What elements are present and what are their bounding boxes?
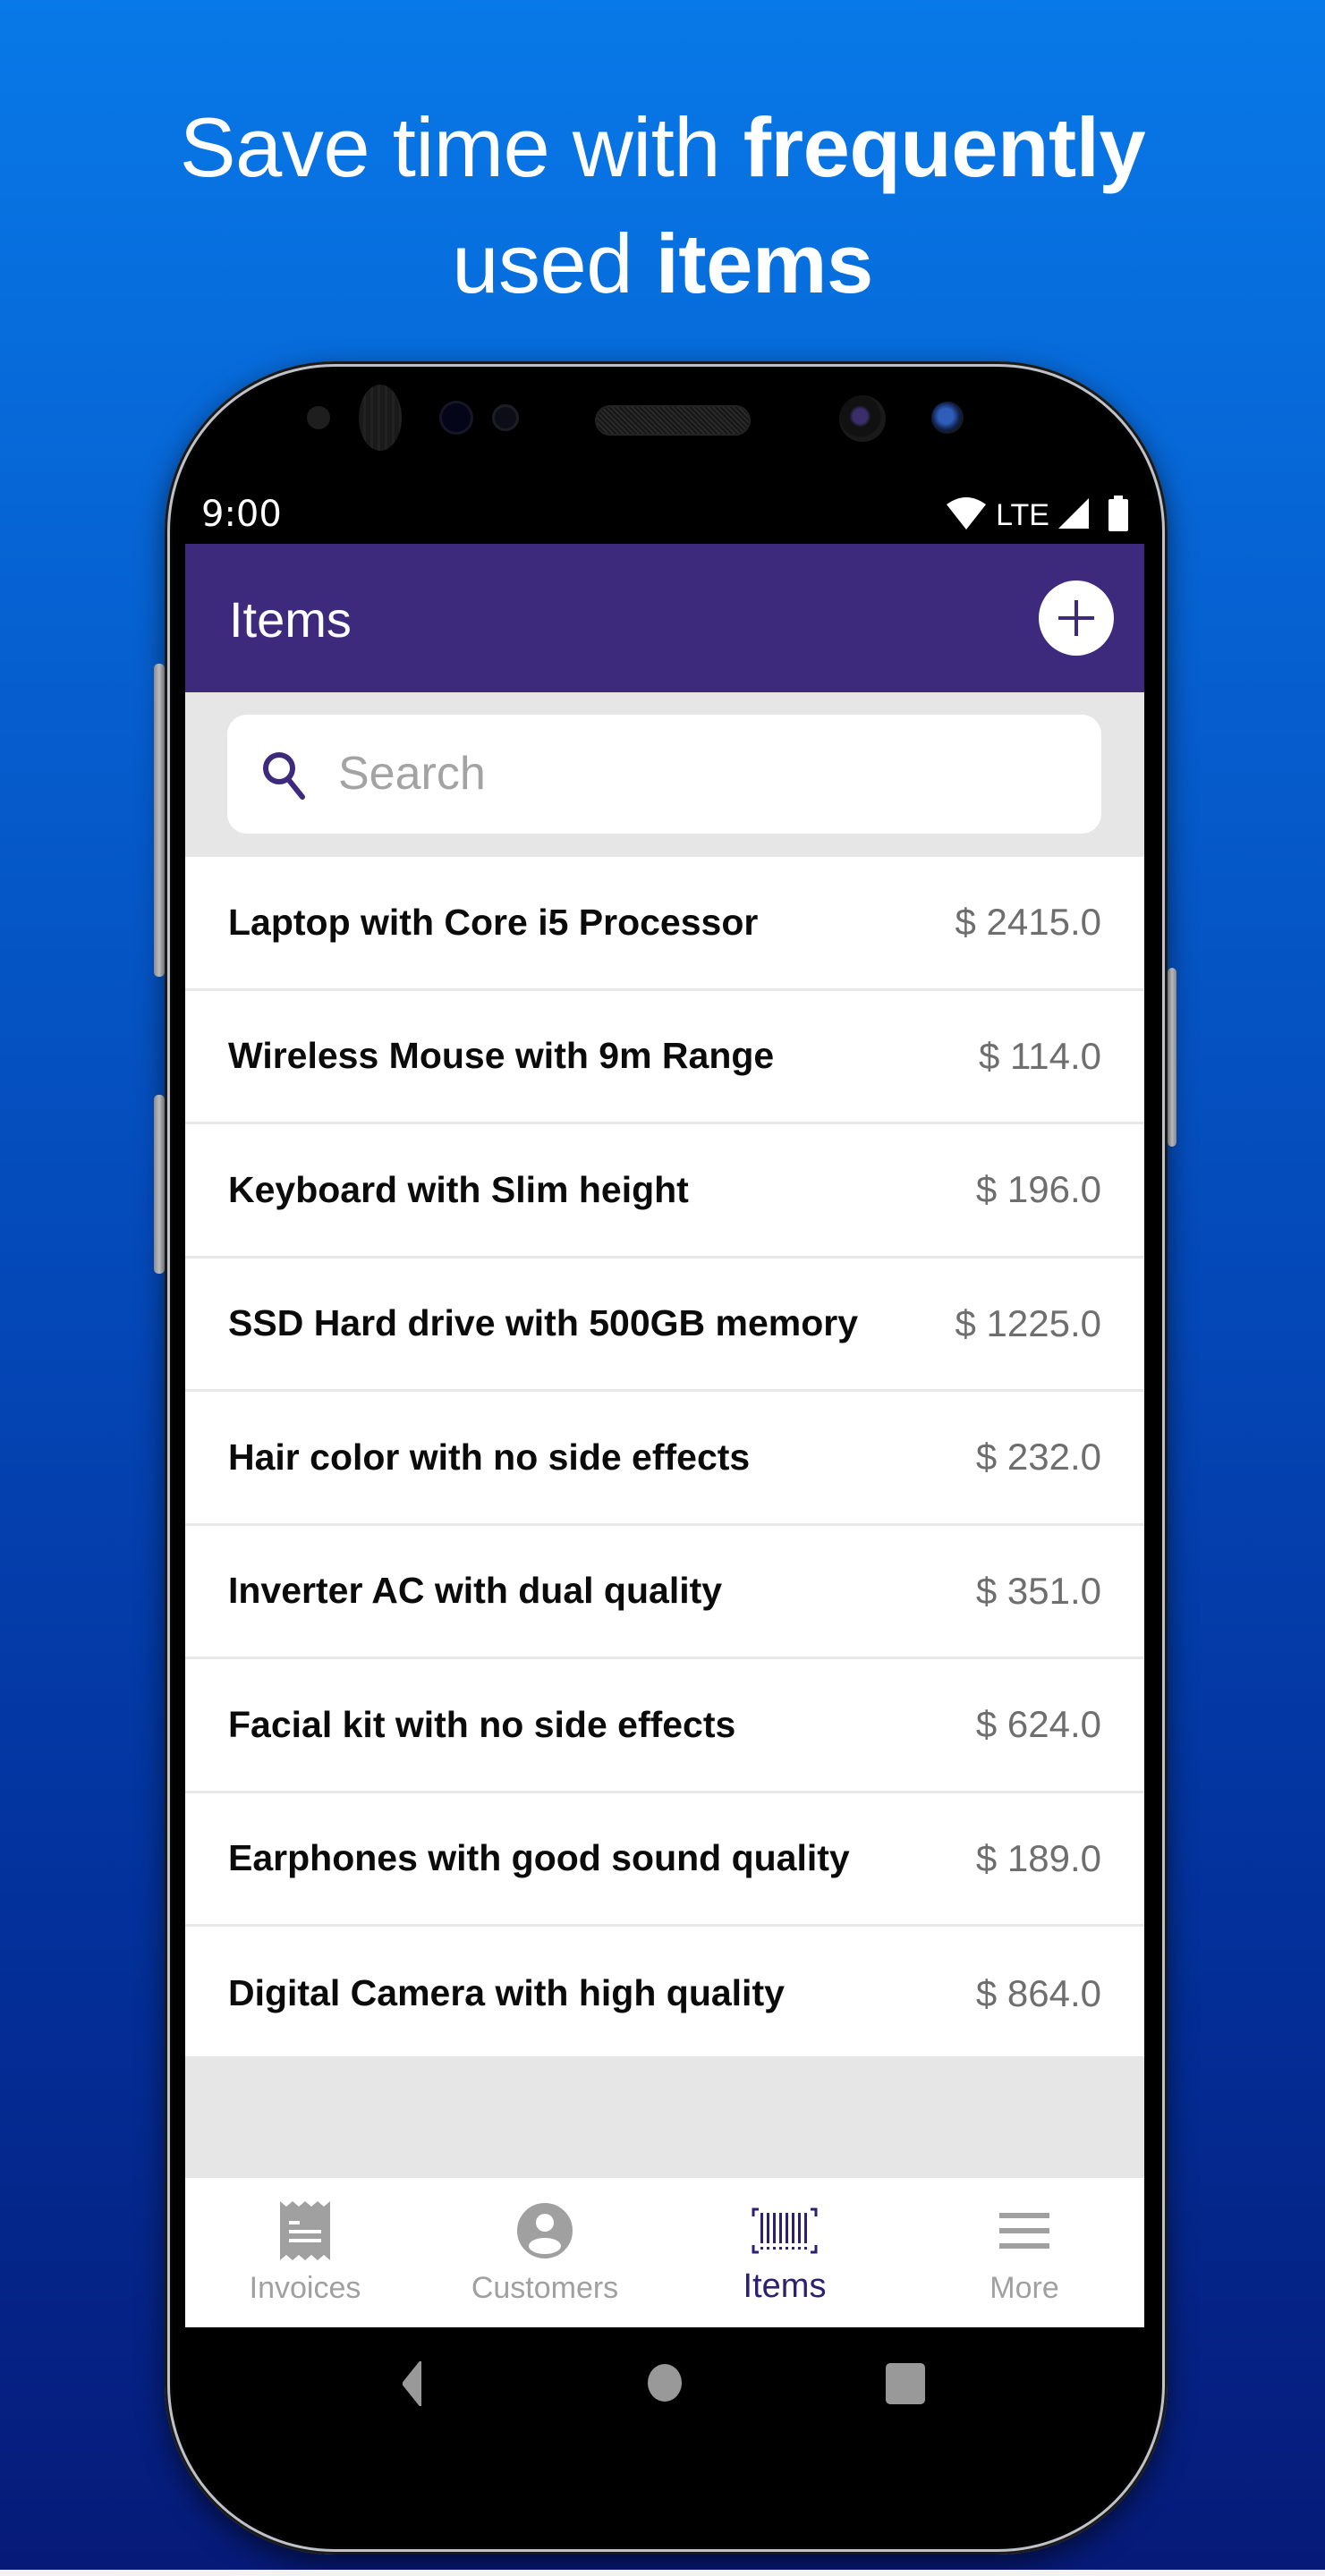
tab-label: Customers <box>471 2271 619 2305</box>
headline-line-1: Save time with frequently <box>0 89 1325 206</box>
tab-items[interactable]: Items <box>665 2178 905 2327</box>
item-price: $ 864.0 <box>975 1971 1101 2014</box>
item-price: $ 1225.0 <box>955 1301 1102 1344</box>
item-price: $ 196.0 <box>975 1168 1101 1211</box>
item-name: Digital Camera with high quality <box>228 1972 785 2014</box>
item-price: $ 624.0 <box>975 1703 1101 1746</box>
secondary-camera-icon <box>931 402 964 434</box>
item-name: Hair color with no side effects <box>228 1436 751 1478</box>
back-icon[interactable] <box>402 2360 422 2411</box>
tab-label: Invoices <box>249 2271 361 2305</box>
tab-label: Items <box>743 2267 827 2305</box>
bottom-tab-bar: Invoices Customers Items More <box>185 2178 1144 2327</box>
headline-regular-text: Save time with <box>179 100 743 194</box>
item-price: $ 232.0 <box>975 1436 1101 1479</box>
recents-icon[interactable] <box>886 2363 925 2409</box>
search-input[interactable] <box>338 733 1072 815</box>
tab-invoices[interactable]: Invoices <box>185 2178 425 2327</box>
tab-more[interactable]: More <box>905 2178 1144 2327</box>
headline-regular-text: used <box>452 216 656 310</box>
headline-line-2: used items <box>0 206 1325 322</box>
earpiece-speaker <box>597 407 749 434</box>
item-row[interactable]: Inverter AC with dual quality $ 351.0 <box>185 1525 1144 1659</box>
bottom-edge-strip <box>0 2570 1325 2576</box>
item-price: $ 2415.0 <box>955 901 1102 944</box>
light-sensor-icon <box>442 403 471 432</box>
status-time: 9:00 <box>201 494 282 535</box>
headline-bold-text: frequently <box>743 100 1146 194</box>
system-navigation-bar <box>185 2327 1144 2435</box>
phone-volume-down-button <box>154 1095 165 1274</box>
barcode-icon <box>752 2198 818 2264</box>
wifi-icon <box>946 496 987 536</box>
item-row[interactable]: Earphones with good sound quality $ 189.0 <box>185 1792 1144 1927</box>
item-name: Earphones with good sound quality <box>228 1837 850 1879</box>
item-name: Laptop with Core i5 Processor <box>228 901 759 943</box>
proximity-sensor-icon <box>307 406 330 429</box>
item-row[interactable]: Facial kit with no side effects $ 624.0 <box>185 1659 1144 1793</box>
ir-camera-icon <box>495 407 516 428</box>
list-empty-space <box>185 2056 1144 2178</box>
items-list: Laptop with Core i5 Processor $ 2415.0 Wi… <box>185 857 1144 2061</box>
status-icons: LTE <box>946 495 1128 536</box>
home-icon[interactable] <box>647 2363 683 2407</box>
item-price: $ 351.0 <box>975 1569 1101 1612</box>
search-icon <box>261 750 308 805</box>
status-bar: 9:00 LTE <box>185 483 1144 544</box>
item-row[interactable]: Laptop with Core i5 Processor $ 2415.0 <box>185 857 1144 991</box>
item-row[interactable]: Hair color with no side effects $ 232.0 <box>185 1392 1144 1526</box>
phone-volume-up-button <box>154 664 165 977</box>
page-title: Items <box>229 591 352 648</box>
item-row[interactable]: SSD Hard drive with 500GB memory $ 1225.0 <box>185 1258 1144 1392</box>
item-name: Inverter AC with dual quality <box>228 1570 723 1612</box>
signal-icon <box>1058 497 1091 533</box>
battery-icon <box>1108 495 1128 536</box>
tab-label: More <box>990 2271 1059 2305</box>
account-circle-icon <box>517 2198 573 2264</box>
app-bar: Items <box>185 544 1144 692</box>
headline-bold-text: items <box>655 216 874 310</box>
tab-customers[interactable]: Customers <box>425 2178 665 2327</box>
phone-screen: 9:00 LTE Items Search Laptop with Core i… <box>185 483 1144 2327</box>
item-price: $ 114.0 <box>978 1034 1101 1077</box>
search-area <box>185 692 1144 857</box>
plus-icon <box>1058 600 1094 636</box>
item-row[interactable]: Wireless Mouse with 9m Range $ 114.0 <box>185 990 1144 1124</box>
add-item-button[interactable] <box>1039 580 1114 656</box>
item-name: Keyboard with Slim height <box>228 1168 689 1210</box>
item-row[interactable]: Keyboard with Slim height $ 196.0 <box>185 1124 1144 1258</box>
promo-headline: Save time with frequently used items <box>0 89 1325 322</box>
phone-power-button <box>1168 968 1176 1147</box>
item-name: Facial kit with no side effects <box>228 1703 736 1745</box>
search-box[interactable] <box>227 715 1101 834</box>
iris-sensor-icon <box>359 385 402 451</box>
item-name: Wireless Mouse with 9m Range <box>228 1035 775 1077</box>
item-row[interactable]: Digital Camera with high quality $ 864.0 <box>185 1927 1144 2061</box>
front-camera-icon <box>839 395 886 442</box>
menu-icon <box>999 2198 1049 2264</box>
item-name: SSD Hard drive with 500GB memory <box>228 1302 859 1344</box>
receipt-icon <box>280 2198 330 2264</box>
item-price: $ 189.0 <box>975 1836 1101 1879</box>
network-type-label: LTE <box>996 497 1049 532</box>
